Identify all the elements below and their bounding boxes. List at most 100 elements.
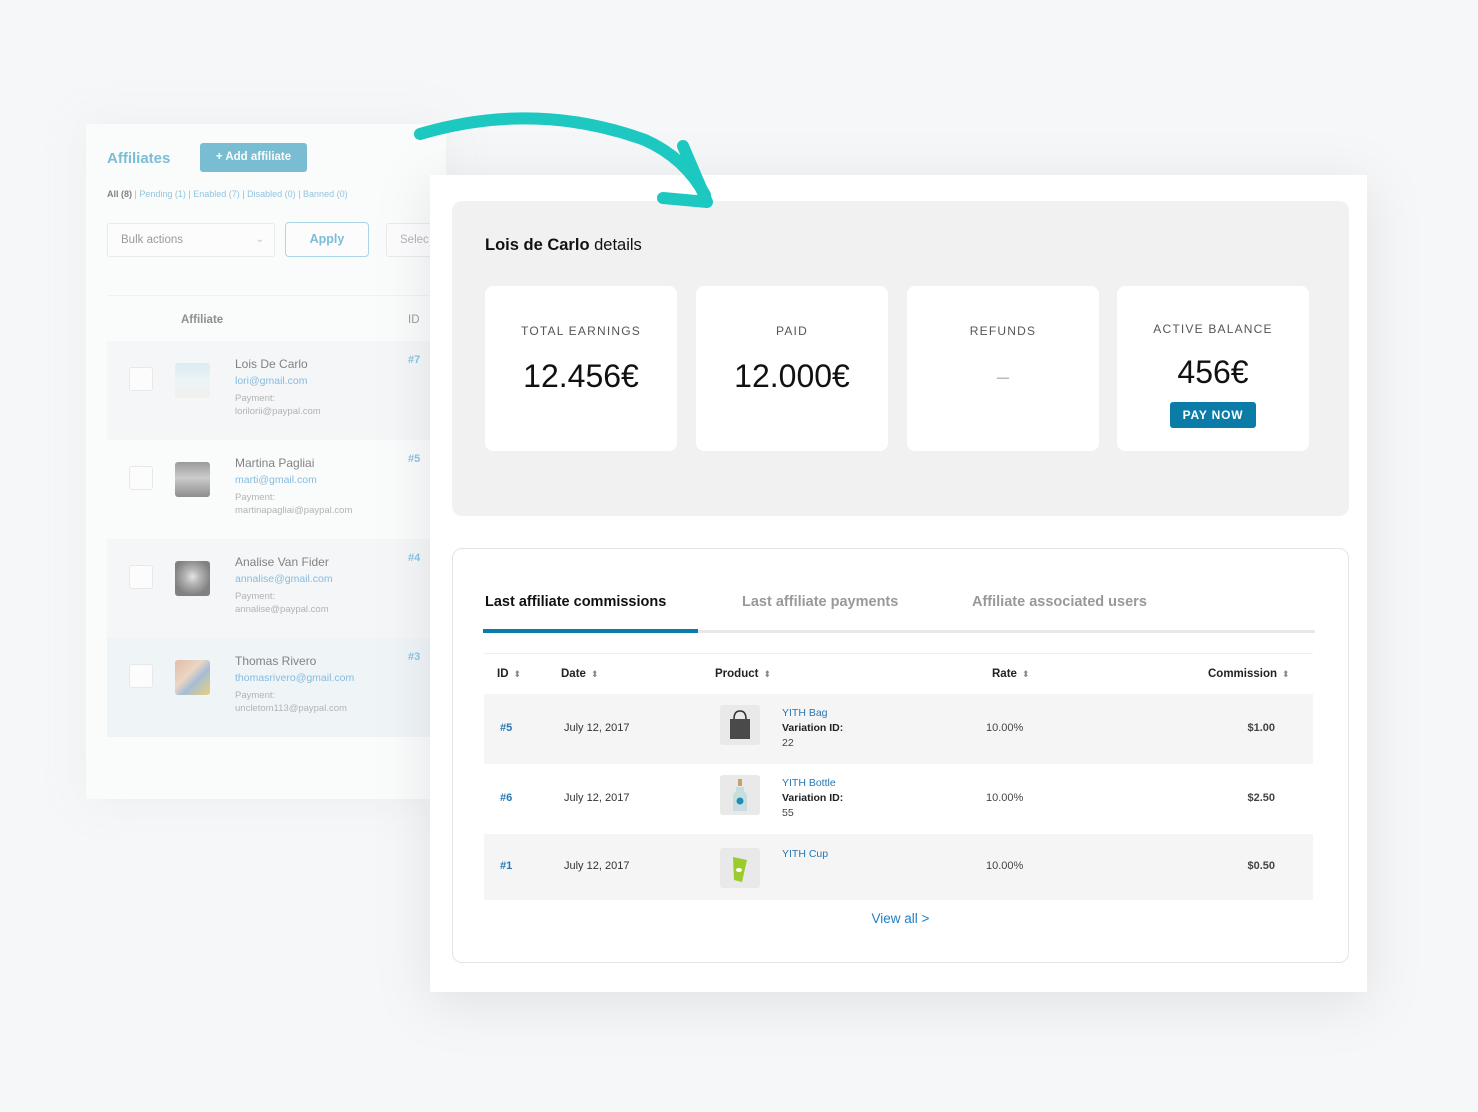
product-thumbnail-bottle: [720, 775, 760, 815]
commission-id[interactable]: #5: [500, 722, 512, 734]
commission-row: #1 July 12, 2017 YITH Cup 10.00% $0.50: [484, 834, 1313, 900]
commission-rate: 10.00%: [986, 722, 1024, 734]
payment-email: uncletom113@paypal.com: [235, 703, 347, 714]
sort-icon: ⬍: [513, 669, 522, 679]
affiliate-id[interactable]: #5: [408, 453, 420, 465]
affiliate-id[interactable]: #4: [408, 552, 420, 564]
filter-all[interactable]: All (8): [107, 189, 132, 199]
column-affiliate[interactable]: Affiliate: [181, 314, 223, 326]
affiliate-name[interactable]: Martina Pagliai: [235, 456, 352, 470]
payment-email: annalise@paypal.com: [235, 604, 329, 615]
bulk-actions-select[interactable]: Bulk actions ⌄: [107, 223, 275, 257]
sort-icon: ⬍: [1282, 669, 1290, 679]
pay-now-button[interactable]: PAY NOW: [1170, 402, 1256, 428]
column-id[interactable]: ID ⬍: [497, 668, 521, 680]
commissions-panel: Last affiliate commissions Last affiliat…: [452, 548, 1349, 963]
commission-id[interactable]: #6: [500, 792, 512, 804]
column-commission[interactable]: Commission ⬍: [1208, 668, 1290, 680]
stat-label: TOTAL EARNINGS: [521, 324, 641, 338]
avatar: [175, 462, 210, 497]
payment-email: lorilorii@paypal.com: [235, 406, 321, 417]
stat-label: ACTIVE BALANCE: [1153, 322, 1273, 336]
product-thumbnail-bag: [720, 705, 760, 745]
affiliates-table-header: Affiliate ID: [107, 295, 447, 341]
row-checkbox[interactable]: [129, 367, 153, 391]
affiliate-name[interactable]: Analise Van Fider: [235, 555, 333, 569]
sort-icon: ⬍: [590, 669, 599, 679]
affiliate-email[interactable]: annalise@gmail.com: [235, 573, 333, 585]
affiliate-row[interactable]: Thomas Rivero thomasrivero@gmail.com Pay…: [107, 638, 447, 737]
affiliate-email[interactable]: lori@gmail.com: [235, 375, 321, 387]
variation-id: 55: [782, 807, 794, 819]
arrow-icon: [414, 112, 713, 208]
commission-date: July 12, 2017: [564, 792, 630, 804]
affiliates-title: Affiliates: [107, 150, 171, 167]
commission-date: July 12, 2017: [564, 860, 630, 872]
affiliate-name[interactable]: Lois De Carlo: [235, 357, 321, 371]
commission-rate: 10.00%: [986, 860, 1024, 872]
stat-active-balance: ACTIVE BALANCE 456€ PAY NOW: [1117, 286, 1309, 451]
payment-label: Payment:: [235, 591, 276, 602]
commission-row: #6 July 12, 2017 YITH Bottle Variation I…: [484, 764, 1313, 834]
tab-last-commissions[interactable]: Last affiliate commissions: [485, 594, 666, 610]
details-panel: Lois de Carlo details TOTAL EARNINGS 12.…: [452, 201, 1349, 516]
commissions-table-header: ID ⬍ Date ⬍ Product ⬍ Rate ⬍ Commission ⬍: [484, 654, 1313, 694]
commission-date: July 12, 2017: [564, 722, 630, 734]
affiliate-id[interactable]: #3: [408, 651, 420, 663]
affiliate-detail-card: Lois de Carlo details TOTAL EARNINGS 12.…: [430, 175, 1367, 992]
payment-label: Payment:: [235, 690, 276, 701]
product-name[interactable]: YITH Bottle: [782, 776, 843, 791]
affiliate-row[interactable]: Analise Van Fider annalise@gmail.com Pay…: [107, 539, 447, 638]
affiliate-email[interactable]: marti@gmail.com: [235, 474, 352, 486]
row-checkbox[interactable]: [129, 664, 153, 688]
stat-total-earnings: TOTAL EARNINGS 12.456€: [485, 286, 677, 451]
column-label: Date: [561, 668, 586, 680]
avatar: [175, 561, 210, 596]
tab-last-payments[interactable]: Last affiliate payments: [742, 594, 898, 610]
stat-value: 12.456€: [523, 358, 639, 394]
affiliates-list-background: Affiliates + Add affiliate All (8) | Pen…: [86, 124, 456, 799]
column-label: Rate: [992, 668, 1017, 680]
avatar: [175, 660, 210, 695]
affiliate-row[interactable]: Lois De Carlo lori@gmail.com Payment: lo…: [107, 341, 447, 440]
affiliate-row[interactable]: Martina Pagliai marti@gmail.com Payment:…: [107, 440, 447, 539]
column-id[interactable]: ID: [408, 314, 420, 326]
commission-rate: 10.00%: [986, 792, 1024, 804]
tab-associated-users[interactable]: Affiliate associated users: [972, 594, 1147, 610]
column-product[interactable]: Product ⬍: [715, 668, 771, 680]
product-name[interactable]: YITH Bag: [782, 706, 843, 721]
filter-pending[interactable]: Pending (1): [139, 189, 186, 199]
product-name[interactable]: YITH Cup: [782, 847, 828, 862]
column-label: ID: [497, 668, 509, 680]
apply-button[interactable]: Apply: [285, 222, 369, 257]
row-checkbox[interactable]: [129, 565, 153, 589]
column-label: Commission: [1208, 668, 1278, 680]
affiliate-name[interactable]: Thomas Rivero: [235, 654, 354, 668]
add-affiliate-button[interactable]: + Add affiliate: [200, 143, 307, 172]
commission-id[interactable]: #1: [500, 860, 512, 872]
sort-icon: ⬍: [1021, 669, 1030, 679]
stat-refunds: REFUNDS –: [907, 286, 1099, 451]
affiliate-email[interactable]: thomasrivero@gmail.com: [235, 672, 354, 684]
filter-disabled[interactable]: Disabled (0): [247, 189, 296, 199]
column-date[interactable]: Date ⬍: [561, 668, 598, 680]
variation-label: Variation ID:: [782, 722, 844, 734]
commission-amount: $2.50: [1247, 792, 1275, 804]
product-thumbnail-cup: [720, 848, 760, 888]
commission-row: #5 July 12, 2017 YITH Bag Variation ID: …: [484, 694, 1313, 764]
payment-email: martinapagliai@paypal.com: [235, 505, 353, 516]
sort-icon: ⬍: [763, 669, 771, 679]
affiliate-id[interactable]: #7: [408, 354, 420, 366]
column-rate[interactable]: Rate ⬍: [992, 668, 1029, 680]
filter-banned[interactable]: Banned (0): [303, 189, 348, 199]
details-suffix: details: [589, 236, 642, 254]
view-all-link[interactable]: View all >: [453, 911, 1348, 926]
commissions-table: ID ⬍ Date ⬍ Product ⬍ Rate ⬍ Commission ⬍ #5 …: [484, 653, 1313, 900]
column-label: Product: [715, 668, 759, 680]
bulk-actions-label: Bulk actions: [121, 234, 184, 246]
filter-enabled[interactable]: Enabled (7): [193, 189, 240, 199]
row-checkbox[interactable]: [129, 466, 153, 490]
commission-amount: $1.00: [1247, 722, 1275, 734]
avatar: [175, 363, 210, 398]
stat-value: –: [996, 364, 1010, 389]
